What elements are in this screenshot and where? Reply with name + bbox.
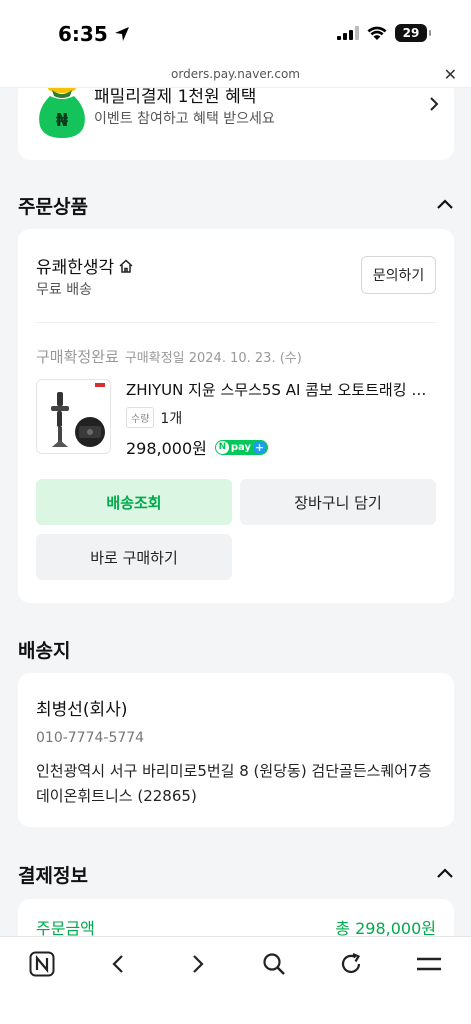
search-button[interactable]: [259, 949, 289, 979]
order-status: 구매확정완료 구매확정일 2024. 10. 23. (수): [36, 346, 302, 367]
product-image: [51, 383, 105, 447]
product-name[interactable]: ZHIYUN 지윤 스무스5S AI 콤보 오토트래킹 스마트폰 짐벌: [126, 379, 432, 400]
home-icon: [119, 258, 133, 273]
track-delivery-button[interactable]: 배송조회: [36, 479, 232, 525]
close-icon[interactable]: ✕: [444, 65, 457, 84]
payment-amount-row: 주문금액 총 298,000원: [36, 915, 436, 936]
recipient-phone[interactable]: 010-7774-5774: [36, 730, 144, 746]
back-button[interactable]: [104, 949, 134, 979]
location-arrow-icon: [114, 27, 129, 41]
shipping-fee-text: 무료 배송: [36, 282, 92, 298]
signal-icon: [337, 26, 359, 40]
quantity-value: 1개: [160, 410, 183, 427]
forward-icon: [193, 955, 204, 973]
quantity-label: 수량: [126, 407, 155, 428]
price-row: 298,000원 N pay +: [126, 435, 269, 459]
browser-toolbar: [0, 936, 471, 1024]
order-section-title: 주문상품: [18, 196, 88, 218]
naver-n-icon: N: [215, 440, 229, 454]
reload-icon: [341, 952, 361, 973]
money-bag-icon: ₦: [39, 88, 85, 138]
chevron-up-icon[interactable]: [435, 863, 455, 883]
url-text[interactable]: orders.pay.naver.com: [0, 67, 471, 81]
status-icons: 29: [337, 24, 431, 42]
chevron-right-icon[interactable]: [426, 96, 442, 112]
store-name[interactable]: 유쾌한생각: [36, 253, 134, 278]
order-product-card: 유쾌한생각 무료 배송 문의하기 구매확정완료 구매확정일 2024. 10. …: [18, 229, 454, 603]
shipping-section-title: 배송지: [18, 640, 71, 662]
order-amount-label: 주문금액: [36, 919, 95, 936]
search-icon: [263, 953, 285, 975]
payment-section-title: 결제정보: [18, 865, 88, 887]
order-status-label: 구매확정완료: [36, 348, 119, 366]
order-total: 총 298,000원: [335, 919, 436, 936]
promo-subtitle: 이벤트 참여하고 혜택 받으세요: [94, 111, 275, 127]
battery-level: 29: [402, 26, 420, 40]
back-icon: [112, 955, 123, 973]
page-content: ₦ 패밀리결제 1천원 혜택 이벤트 참여하고 혜택 받으세요 주문상품 유쾌한…: [0, 88, 471, 936]
shipping-address: 인천광역시 서구 바리미로5번길 8 (원당동) 검단골든스퀘어7층 데이온휘트…: [36, 762, 432, 805]
status-time-text: 6:35: [58, 22, 108, 46]
npay-badge-text: pay: [230, 441, 252, 453]
wifi-icon: [367, 26, 387, 40]
divider: [36, 322, 436, 323]
npay-badge: N pay +: [214, 439, 269, 455]
recipient-name: 최병선(회사): [36, 700, 128, 720]
forward-button[interactable]: [182, 949, 212, 979]
menu-icon: [417, 957, 441, 971]
shipping-address-card: 최병선(회사) 010-7774-5774 인천광역시 서구 바리미로5번길 8…: [18, 673, 454, 827]
store-name-text: 유쾌한생각: [36, 258, 115, 278]
status-time: 6:35: [58, 22, 130, 46]
plus-icon: +: [253, 440, 267, 454]
status-bar: 6:35 29: [0, 0, 471, 62]
add-to-cart-button[interactable]: 장바구니 담기: [240, 479, 436, 525]
product-thumbnail[interactable]: [36, 379, 111, 454]
battery-icon: 29: [395, 24, 431, 42]
inquiry-button[interactable]: 문의하기: [361, 256, 436, 294]
naver-n-icon: [29, 951, 55, 977]
naver-home-button[interactable]: [27, 949, 57, 979]
family-pay-promo-card[interactable]: ₦ 패밀리결제 1천원 혜택 이벤트 참여하고 혜택 받으세요: [18, 88, 454, 160]
browser-url-bar: orders.pay.naver.com ✕: [0, 62, 471, 88]
buy-now-button[interactable]: 바로 구매하기: [36, 534, 232, 580]
promo-title: 패밀리결제 1천원 혜택: [94, 88, 257, 107]
quantity-row: 수량 1개: [126, 407, 182, 428]
product-price: 298,000원: [126, 439, 207, 458]
order-confirm-date: 구매확정일 2024. 10. 23. (수): [124, 351, 302, 366]
chevron-up-icon[interactable]: [435, 194, 455, 214]
reload-button[interactable]: [336, 949, 366, 979]
menu-button[interactable]: [414, 949, 444, 979]
payment-info-card: 주문금액 총 298,000원: [18, 899, 454, 936]
svg-text:₦: ₦: [56, 110, 69, 131]
